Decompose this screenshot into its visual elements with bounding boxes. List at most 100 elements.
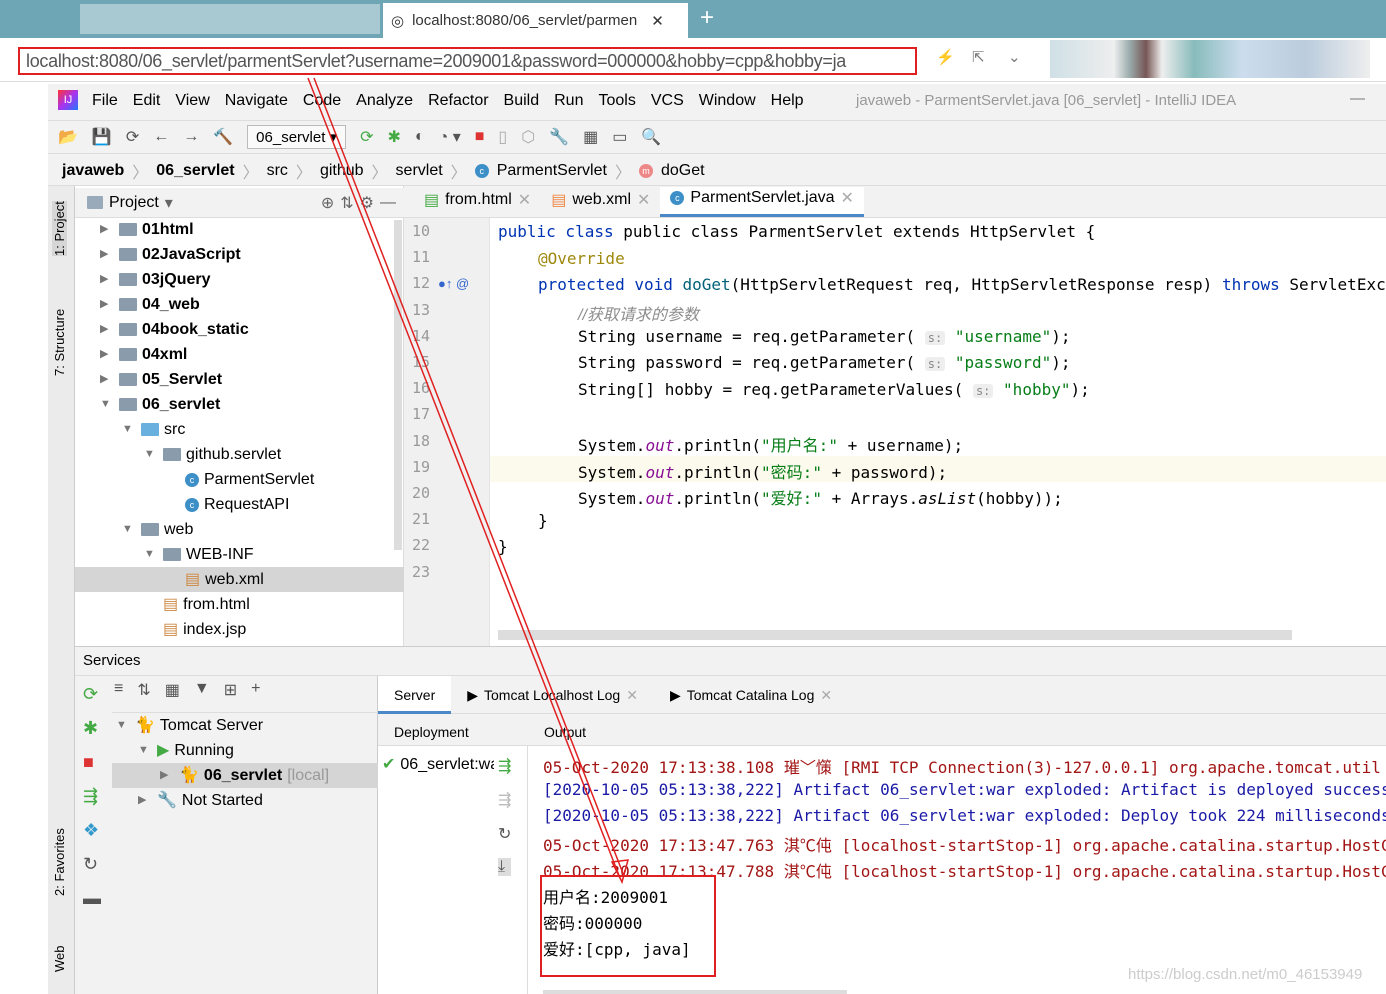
tab-server[interactable]: Server	[378, 675, 452, 714]
refresh-icon[interactable]: ↻	[498, 824, 511, 844]
gear-icon[interactable]: ⚙	[360, 193, 374, 213]
tab-catalina-log[interactable]: ▶ Tomcat Catalina Log ✕	[654, 676, 848, 714]
tree-item[interactable]: ▤ index.jsp	[144, 617, 246, 642]
crumb-javaweb[interactable]: javaweb	[62, 162, 124, 180]
forward-icon[interactable]: →	[183, 128, 199, 146]
profile-icon[interactable]: ◔ ▾	[439, 127, 461, 147]
tree-item[interactable]: ▼ WEB-INF	[144, 542, 254, 567]
save-icon[interactable]: 💾	[92, 127, 112, 147]
tool-favorites[interactable]: 2: Favorites	[52, 828, 67, 896]
debug-icon[interactable]: ✱	[388, 127, 401, 147]
refresh-icon[interactable]: ↻	[83, 854, 101, 875]
new-tab-icon[interactable]: ⊞	[224, 680, 237, 700]
chevron-down-icon[interactable]: ⌄	[1008, 48, 1021, 66]
tab-parmentservlet[interactable]: c ParmentServlet.java ✕	[660, 187, 864, 217]
menu-window[interactable]: Window	[699, 92, 756, 110]
tool-structure[interactable]: 7: Structure	[52, 309, 67, 376]
tree-item[interactable]: ▶ 04_web	[100, 292, 200, 317]
rerun-icon[interactable]: ⟳	[83, 684, 101, 705]
menu-navigate[interactable]: Navigate	[225, 92, 288, 110]
tab-web-xml[interactable]: ▤ web.xml ✕	[541, 187, 660, 217]
menu-refactor[interactable]: Refactor	[428, 92, 488, 110]
deploy-icon[interactable]: ⇶	[498, 756, 511, 776]
service-tomcat-server[interactable]: ▼ 🐈 Tomcat Server	[116, 713, 263, 738]
locate-icon[interactable]: ⊕	[321, 193, 334, 213]
browser-tab-active[interactable]: ◎ localhost:8080/06_servlet/parmen ✕	[383, 3, 688, 38]
build-icon[interactable]: 🔨	[213, 127, 233, 147]
tab-localhost-log[interactable]: ▶ Tomcat Localhost Log ✕	[451, 676, 654, 714]
menu-file[interactable]: File	[92, 92, 118, 110]
menu-edit[interactable]: Edit	[133, 92, 161, 110]
stop-icon[interactable]: ■	[83, 752, 101, 773]
crumb-class[interactable]: ParmentServlet	[497, 162, 607, 180]
tree-item[interactable]: ▶ 02JavaScript	[100, 242, 241, 267]
override-marker-icon[interactable]: ●↑ @	[438, 276, 469, 291]
tree-item[interactable]: ▼ src	[122, 417, 185, 442]
service-not-started[interactable]: ▶ 🔧 Not Started	[138, 788, 263, 813]
share-icon[interactable]: ⇱	[972, 48, 985, 66]
horizontal-scrollbar[interactable]	[498, 630, 1292, 640]
url-input[interactable]: localhost:8080/06_servlet/parmentServlet…	[18, 47, 917, 75]
hide-icon[interactable]: —	[380, 194, 396, 212]
tab-from-html[interactable]: ▤ from.html ✕	[414, 187, 541, 217]
menu-vcs[interactable]: VCS	[651, 92, 684, 110]
tree-item[interactable]: ▼ 06_servlet	[100, 392, 220, 417]
add-icon[interactable]: +	[251, 680, 260, 700]
terminal-icon[interactable]: ▭	[612, 127, 627, 147]
output-scrollbar[interactable]	[543, 990, 847, 994]
undeploy-icon[interactable]: ⇶	[498, 790, 511, 810]
menu-run[interactable]: Run	[554, 92, 583, 110]
lightning-icon[interactable]: ⚡	[936, 48, 955, 66]
open-icon[interactable]: 📂	[58, 127, 78, 147]
coverage-icon[interactable]: ◐	[415, 128, 425, 146]
scroll-end-icon[interactable]: ⤓	[498, 858, 512, 876]
crumb-servlet[interactable]: servlet	[396, 162, 443, 180]
menu-build[interactable]: Build	[504, 92, 540, 110]
blurred-tab[interactable]	[80, 4, 380, 34]
tree-item[interactable]: c RequestAPI	[166, 492, 289, 517]
project-view-select[interactable]: Project	[109, 194, 159, 212]
search-icon[interactable]: 🔍	[641, 127, 661, 147]
debug-icon[interactable]: ✱	[83, 718, 101, 739]
back-icon[interactable]: ←	[153, 128, 169, 146]
tree-item[interactable]: ▶ 04xml	[100, 342, 187, 367]
filter-icon[interactable]: ▼	[194, 680, 210, 700]
tool-web[interactable]: Web	[52, 946, 67, 973]
tree-item[interactable]: ▼ github.servlet	[144, 442, 281, 467]
project-structure-icon[interactable]: ▦	[583, 127, 598, 147]
minimize-icon[interactable]: —	[1350, 90, 1365, 107]
crumb-method[interactable]: doGet	[661, 162, 705, 180]
collapse-all-icon[interactable]: ⇅	[137, 680, 150, 700]
artifact-icon[interactable]: ❖	[83, 820, 101, 841]
tree-item[interactable]: ▶ 05_Servlet	[100, 367, 222, 392]
tool-project[interactable]: 1: Project	[52, 201, 67, 256]
tree-item[interactable]: ▶ 04book_static	[100, 317, 249, 342]
attach-icon[interactable]: ⬡	[521, 127, 535, 147]
tree-item[interactable]: ▼ web	[122, 517, 193, 542]
tree-item[interactable]: ▤ web.xml	[75, 567, 404, 592]
tree-item[interactable]: ▤ from.html	[144, 592, 250, 617]
expand-all-icon[interactable]: ≡	[114, 680, 123, 700]
menu-analyze[interactable]: Analyze	[356, 92, 413, 110]
tree-item[interactable]: c ParmentServlet	[166, 467, 314, 492]
menu-code[interactable]: Code	[303, 92, 341, 110]
rerun-icon[interactable]: ⟳	[360, 127, 373, 147]
new-tab-icon[interactable]: +	[700, 4, 714, 32]
service-running[interactable]: ▼ ▶ Running	[138, 738, 234, 763]
group-icon[interactable]: ▦	[165, 680, 180, 700]
menu-view[interactable]: View	[175, 92, 209, 110]
run-config-select[interactable]: 06_servlet ▾	[247, 125, 347, 149]
sync-icon[interactable]: ⟳	[126, 127, 139, 147]
deploy-icon[interactable]: ⇶	[83, 786, 101, 807]
update-icon[interactable]: ▯	[498, 127, 507, 147]
project-scrollbar[interactable]	[394, 220, 402, 550]
menu-tools[interactable]: Tools	[598, 92, 635, 110]
collapse-icon[interactable]: ⇅	[340, 193, 353, 213]
menu-help[interactable]: Help	[771, 92, 804, 110]
tree-item[interactable]: ▶ 01html	[100, 217, 194, 242]
deployment-item[interactable]: ✔06_servlet:war exploded	[382, 752, 494, 777]
stop-icon[interactable]: ■	[475, 128, 485, 146]
tree-item[interactable]: ▶ 03jQuery	[100, 267, 210, 292]
settings-wrench-icon[interactable]: 🔧	[549, 127, 569, 147]
crumb-github[interactable]: github	[320, 162, 364, 180]
